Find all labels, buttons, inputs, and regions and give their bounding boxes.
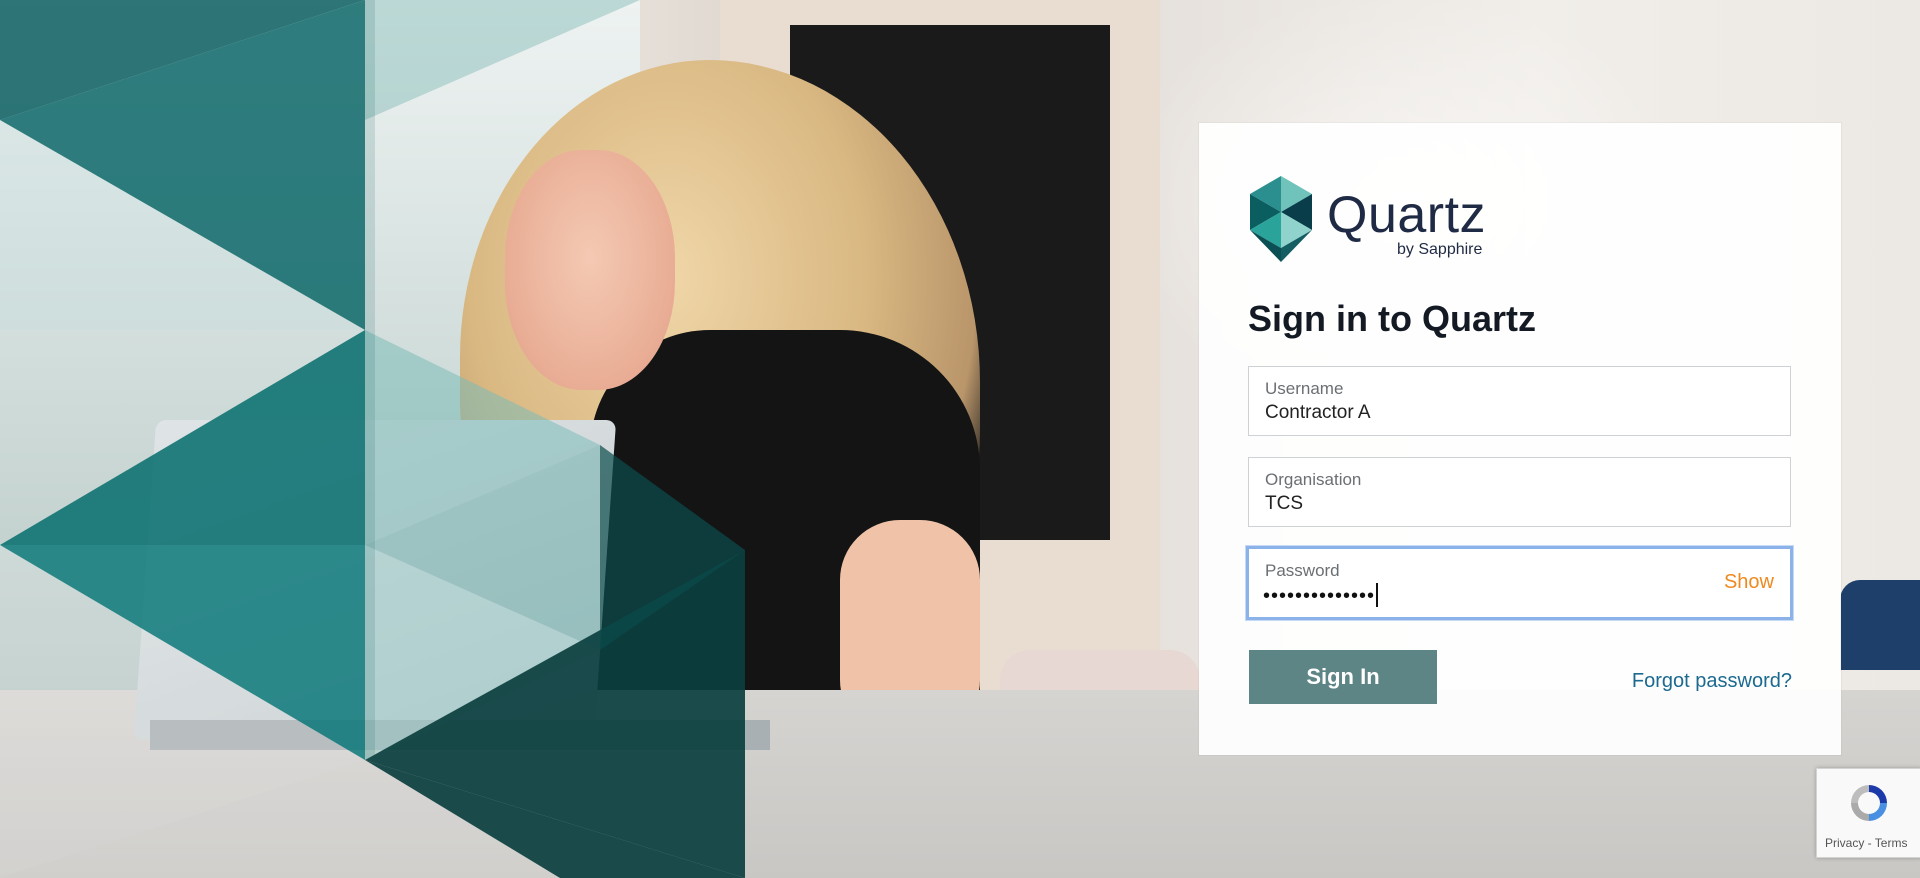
show-password-button[interactable]: Show: [1724, 571, 1774, 594]
page-title: Sign in to Quartz: [1248, 298, 1536, 339]
sign-in-button[interactable]: Sign In: [1249, 650, 1437, 704]
password-field[interactable]: Password •••••••••••••• Show: [1246, 546, 1793, 620]
login-card: Quartz by Sapphire Sign in to Quartz Use…: [1199, 123, 1841, 755]
login-page: Quartz by Sapphire Sign in to Quartz Use…: [0, 0, 1920, 878]
organisation-field[interactable]: Organisation TCS: [1248, 457, 1791, 527]
password-value: ••••••••••••••: [1263, 583, 1379, 608]
organisation-label: Organisation: [1265, 470, 1362, 489]
organisation-value: TCS: [1265, 493, 1303, 514]
username-value: Contractor A: [1265, 402, 1371, 423]
password-label: Password: [1265, 561, 1340, 580]
recaptcha-terms-link[interactable]: Terms: [1875, 836, 1908, 850]
username-label: Username: [1265, 379, 1344, 398]
recaptcha-separator: -: [1864, 836, 1875, 850]
forgot-password-link[interactable]: Forgot password?: [1632, 670, 1792, 693]
recaptcha-icon: [1851, 785, 1887, 821]
logo-wordmark: Quartz: [1327, 186, 1487, 244]
recaptcha-badge[interactable]: Privacy - Terms: [1816, 768, 1920, 858]
text-caret: [1376, 583, 1379, 607]
logo-subtitle: by Sapphire: [1397, 241, 1483, 258]
quartz-logo: Quartz by Sapphire: [1249, 173, 1509, 268]
quartz-logo-icon: [1250, 176, 1312, 262]
username-field[interactable]: Username Contractor A: [1248, 366, 1791, 436]
recaptcha-links: Privacy - Terms: [1825, 836, 1907, 850]
recaptcha-privacy-link[interactable]: Privacy: [1825, 836, 1864, 850]
